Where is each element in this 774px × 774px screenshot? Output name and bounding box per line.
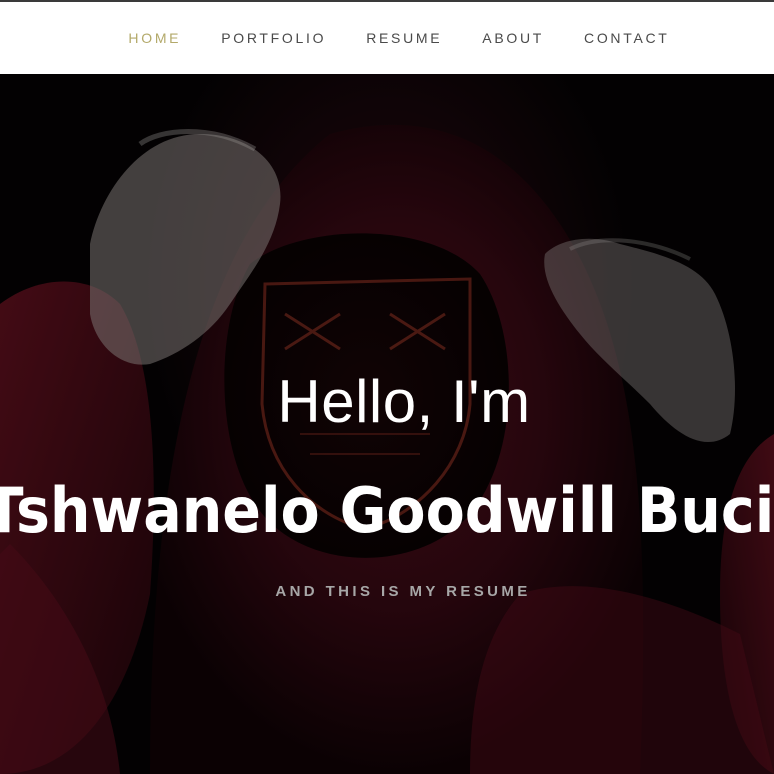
hero-name: Tshwanelo Goodwill Buciko bbox=[0, 473, 774, 547]
hero-tagline: AND THIS IS MY RESUME bbox=[275, 583, 531, 600]
nav-item-portfolio[interactable]: PORTFOLIO bbox=[221, 30, 326, 46]
hero-greeting: Hello, I'm bbox=[277, 367, 531, 435]
nav-item-home[interactable]: HOME bbox=[128, 30, 181, 46]
hero-section: Hello, I'm Tshwanelo Goodwill Buciko AND… bbox=[0, 74, 774, 774]
nav-item-resume[interactable]: RESUME bbox=[366, 30, 442, 46]
nav-item-contact[interactable]: CONTACT bbox=[584, 30, 670, 46]
top-navbar: HOME PORTFOLIO RESUME ABOUT CONTACT bbox=[0, 2, 774, 74]
hero-name-wrapper: Tshwanelo Goodwill Buciko bbox=[0, 429, 774, 592]
nav-list: HOME PORTFOLIO RESUME ABOUT CONTACT bbox=[108, 30, 689, 46]
nav-item-about[interactable]: ABOUT bbox=[482, 30, 544, 46]
